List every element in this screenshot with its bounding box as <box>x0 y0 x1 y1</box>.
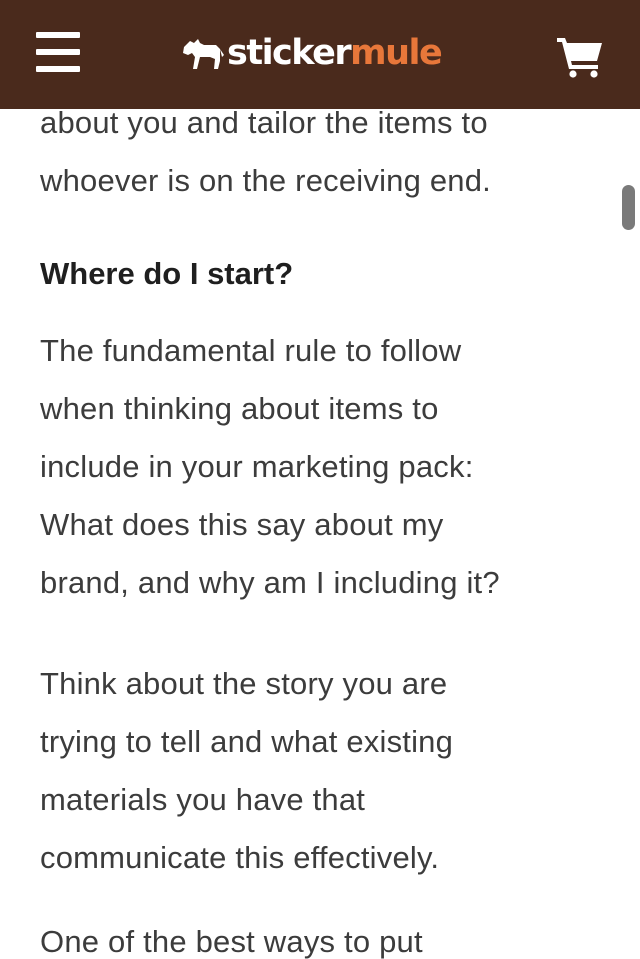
text-line: communicate this effectively. <box>40 840 440 875</box>
text-line: materials you have that <box>40 782 366 817</box>
paragraph-story: Think about the story you are trying to … <box>40 655 600 887</box>
shopping-cart-icon[interactable] <box>556 36 604 78</box>
stickermule-logo[interactable]: sticker mule <box>180 28 443 78</box>
text-line: One of the best ways to put <box>40 924 423 959</box>
text-line: The fundamental rule to follow <box>40 333 462 368</box>
top-nav-bar: sticker mule <box>0 0 640 109</box>
menu-line <box>36 49 80 55</box>
text-line: What does this say about my <box>40 507 444 542</box>
section-heading: Where do I start? <box>40 256 294 291</box>
logo-text-mule: mule <box>350 33 443 73</box>
text-line: whoever is on the receiving end. <box>40 163 491 198</box>
text-line: when thinking about items to <box>40 391 439 426</box>
logo-text-sticker: sticker <box>227 33 352 73</box>
text-line: include in your marketing pack: <box>40 449 474 484</box>
paragraph-fundamental-rule: The fundamental rule to follow when thin… <box>40 322 600 612</box>
text-line: Think about the story you are <box>40 666 448 701</box>
mule-icon <box>183 39 224 69</box>
text-line: trying to tell and what existing <box>40 724 454 759</box>
menu-line <box>36 66 80 72</box>
scrollbar-thumb[interactable] <box>622 185 635 230</box>
hamburger-menu-icon[interactable] <box>36 32 82 74</box>
intro-paragraph: about you and tailor the items to whoeve… <box>40 94 600 210</box>
menu-line <box>36 32 80 38</box>
text-line: brand, and why am I including it? <box>40 565 500 600</box>
paragraph-best-ways: One of the best ways to put <box>40 913 600 959</box>
